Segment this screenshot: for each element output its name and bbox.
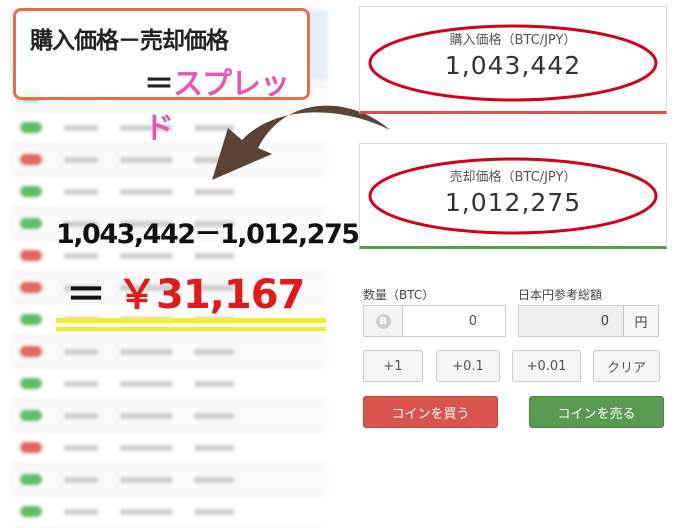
quantity-label: 数量（BTC） [363, 288, 435, 302]
sell-price-label: 売却価格（BTC/JPY） [449, 170, 577, 185]
buy-status-pill [20, 186, 42, 197]
blurred-cell [120, 380, 172, 387]
sell-status-pill [20, 154, 42, 165]
blurred-cell [194, 348, 234, 355]
jpy-unit: 円 [624, 305, 659, 337]
increment-1-button[interactable]: +1 [363, 350, 423, 382]
increment-0-1-button[interactable]: +0.1 [436, 350, 500, 382]
sell-price-panel: 売却価格（BTC/JPY） 1,012,275 [359, 143, 667, 249]
sell-status-pill [20, 282, 42, 293]
blurred-cell [194, 412, 234, 419]
blurred-cell [194, 476, 234, 483]
blurred-cell [120, 252, 172, 259]
jpy-total-input [518, 305, 624, 337]
sell-status-pill [20, 250, 42, 261]
sell-status-pill [20, 442, 42, 453]
blurred-cell [194, 252, 234, 259]
blurred-cell [64, 188, 98, 195]
result-highlight-line [56, 318, 326, 323]
increment-0-01-button[interactable]: +0.01 [512, 350, 581, 382]
buy-price-value: 1,043,442 [444, 51, 582, 80]
blurred-cell [120, 476, 172, 483]
blurred-cell [64, 156, 98, 163]
annotation-result: ＝ ￥31,167 [66, 262, 305, 320]
buy-status-pill [20, 122, 42, 133]
blurred-cell [120, 508, 172, 515]
blurred-cell [64, 348, 98, 355]
blurred-cell [120, 156, 172, 163]
blurred-cell [194, 508, 234, 515]
annotation-title: 購入価格－売却価格 [30, 28, 229, 54]
buy-status-pill [20, 474, 42, 485]
trade-history-row [10, 496, 328, 528]
trade-history-row [10, 336, 328, 368]
buy-status-pill [20, 506, 42, 517]
blurred-cell [64, 476, 98, 483]
coin-addon: B [363, 305, 403, 337]
annotation-calculation: 1,043,442－1,012,275 [56, 219, 360, 250]
blurred-cell [120, 412, 172, 419]
trade-history-row [10, 400, 328, 432]
blurred-cell [64, 124, 98, 131]
blurred-cell [120, 444, 172, 451]
blurred-cell [194, 380, 234, 387]
sell-status-pill [20, 346, 42, 357]
sell-price-value: 1,012,275 [444, 188, 582, 217]
trade-history-row [10, 464, 328, 496]
buy-price-label: 購入価格（BTC/JPY） [449, 33, 577, 48]
annotation-equals: ＝ [144, 67, 174, 102]
blurred-cell [120, 188, 172, 195]
buy-status-pill [20, 378, 42, 389]
blurred-cell [64, 252, 98, 259]
blurred-cell [64, 444, 98, 451]
blurred-cell [64, 412, 98, 419]
jpy-total-group: 円 [518, 305, 659, 337]
trade-history-row [10, 368, 328, 400]
blurred-cell [64, 380, 98, 387]
quantity-input[interactable] [403, 305, 506, 337]
annotation-box: 購入価格－売却価格 ＝スプレッド [13, 8, 310, 146]
clear-button[interactable]: クリア [593, 350, 660, 382]
annotation-result-value: ￥31,167 [117, 272, 305, 318]
trade-history-row [10, 432, 328, 464]
bitcoin-icon: B [375, 313, 391, 329]
blurred-cell [64, 508, 98, 515]
buy-price-panel: 購入価格（BTC/JPY） 1,043,442 [359, 6, 667, 114]
buy-coin-button[interactable]: コインを買う [363, 396, 498, 428]
quantity-group: B [363, 305, 506, 337]
buy-status-pill [20, 218, 42, 229]
buy-status-pill [20, 410, 42, 421]
result-highlight-line [56, 327, 326, 331]
annotation-result-equals: ＝ [66, 272, 106, 318]
buy-status-pill [20, 314, 42, 325]
blurred-cell [120, 348, 172, 355]
sell-coin-button[interactable]: コインを売る [529, 396, 664, 428]
blurred-cell [194, 444, 234, 451]
jpy-total-label: 日本円参考総額 [518, 288, 603, 302]
